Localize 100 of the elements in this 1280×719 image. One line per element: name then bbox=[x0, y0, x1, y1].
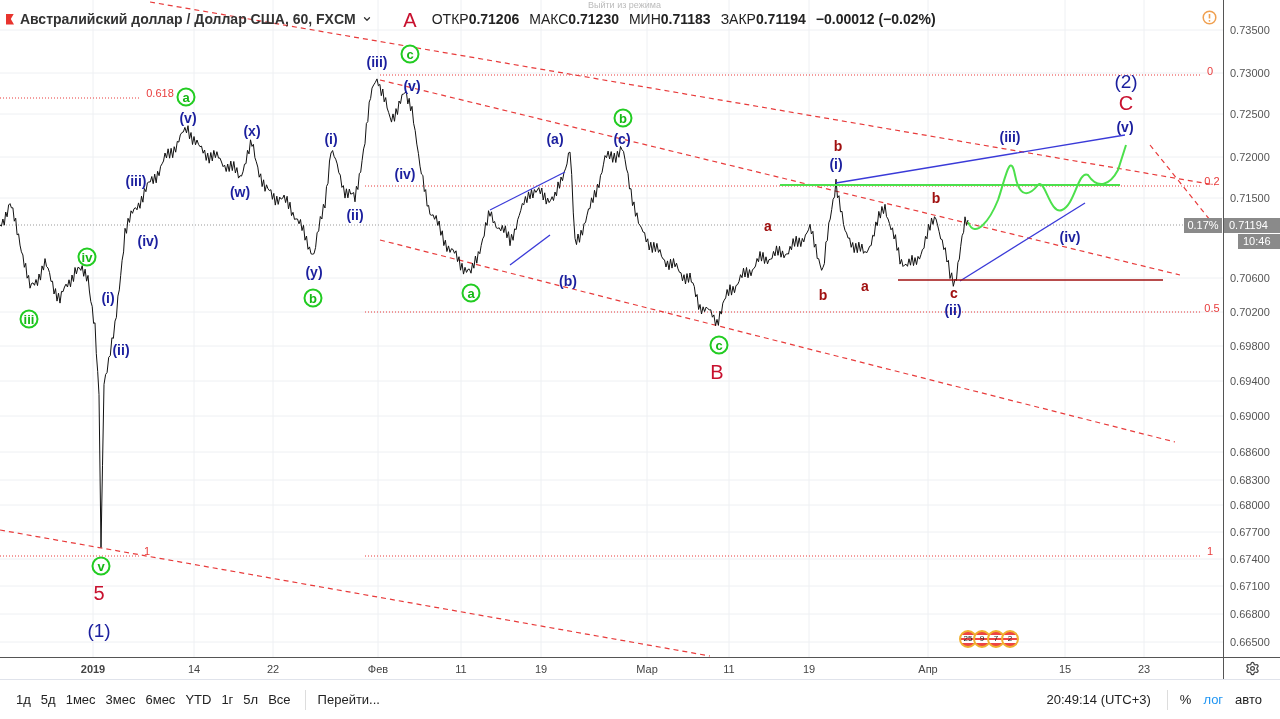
price-tick: 0.66500 bbox=[1230, 634, 1270, 650]
last-price-tag: 0.71194 bbox=[1224, 218, 1280, 233]
event-badge[interactable]: 7 bbox=[987, 630, 1005, 648]
range-button[interactable]: 1д bbox=[12, 687, 35, 712]
wave-label: (iv) bbox=[1059, 227, 1081, 247]
scale-button[interactable]: авто bbox=[1229, 689, 1268, 710]
flag-icon bbox=[6, 13, 14, 25]
wave-label: iv bbox=[77, 247, 97, 267]
fib-level-label: 0.2 bbox=[1204, 173, 1220, 189]
time-tick: 22 bbox=[266, 662, 280, 677]
scale-button[interactable]: % bbox=[1173, 689, 1198, 710]
wave-label: (i) bbox=[324, 129, 338, 149]
change-percent-tag: 0.17% bbox=[1184, 218, 1222, 233]
wave-label: 5 bbox=[93, 581, 105, 606]
wave-label: b bbox=[303, 288, 323, 308]
time-tick: Мар bbox=[636, 662, 658, 677]
symbol-title[interactable]: Австралийский доллар / Доллар США, 60, FXCM bbox=[20, 11, 356, 27]
price-tick: 0.66800 bbox=[1230, 606, 1270, 622]
time-tick: 15 bbox=[1058, 662, 1072, 677]
wave-label: (ii) bbox=[112, 340, 130, 360]
wave-label: B bbox=[710, 360, 724, 385]
wave-label: (y) bbox=[305, 262, 323, 282]
event-badge[interactable]: 9 bbox=[973, 630, 991, 648]
event-badge[interactable]: 2 bbox=[1001, 630, 1019, 648]
price-tick: 0.71500 bbox=[1230, 190, 1270, 206]
wave-label: b bbox=[931, 188, 941, 208]
time-tick: 23 bbox=[1137, 662, 1151, 677]
countdown-tag: 10:46 bbox=[1238, 234, 1280, 249]
wave-label: (w) bbox=[229, 182, 251, 202]
time-tick: Фев bbox=[367, 662, 389, 677]
price-tick: 0.68000 bbox=[1230, 497, 1270, 513]
wave-label: (iv) bbox=[394, 164, 416, 184]
fib-level-label: 0.5 bbox=[1204, 300, 1220, 316]
change-value: −0.00012 (−0.02%) bbox=[815, 11, 936, 27]
price-axis[interactable]: 0.73500 0.73000 0.72500 0.72000 0.71500 0.70600 0.70200 0.69800 0.69400 0.69000 0.68600 0.68300 0.68000 0.67700 0.67400 0.67100 0.66800 0.66500 0.71194 10:46 bbox=[1223, 0, 1280, 657]
ohlc-value: МАКС0.71230 bbox=[529, 11, 619, 27]
price-tick: 0.68300 bbox=[1230, 472, 1270, 488]
ohlc-value: ОТКР0.71206 bbox=[431, 11, 520, 27]
clock-label: 20:49:14 (UTC+3) bbox=[1046, 690, 1151, 709]
wave-label: b bbox=[818, 285, 828, 305]
wave-label: (iv) bbox=[137, 231, 159, 251]
price-tick: 0.73500 bbox=[1230, 22, 1270, 38]
time-tick: 11 bbox=[455, 662, 467, 677]
range-button[interactable]: 5л bbox=[239, 687, 263, 712]
wave-label: (iii) bbox=[999, 127, 1021, 147]
ohlc-value: ЗАКР0.71194 bbox=[720, 11, 806, 27]
range-button[interactable]: 5д bbox=[36, 687, 60, 712]
chevron-icon[interactable] bbox=[361, 14, 372, 24]
wave-label: iii bbox=[19, 309, 39, 329]
wave-label: (ii) bbox=[346, 205, 364, 225]
wave-label: (v) bbox=[179, 108, 197, 128]
price-tick: 0.67700 bbox=[1230, 524, 1270, 540]
price-tick: 0.70200 bbox=[1230, 304, 1270, 320]
wave-label: (v) bbox=[1116, 117, 1134, 137]
wave-label: c bbox=[709, 335, 729, 355]
wave-label: (1) bbox=[87, 618, 111, 643]
range-button[interactable]: 6мес bbox=[141, 687, 180, 712]
time-axis[interactable]: 2019 14 22 Фев 11 19 Мар 11 19 Апр 15 23 bbox=[0, 658, 1223, 679]
wave-label: a bbox=[176, 87, 196, 107]
wave-label: C bbox=[1118, 92, 1134, 116]
price-tick: 0.70600 bbox=[1230, 270, 1270, 286]
ohlc-value: МИН0.71183 bbox=[628, 11, 711, 27]
wave-label: (a) bbox=[546, 129, 564, 149]
settings-icon[interactable] bbox=[1244, 661, 1260, 676]
price-tick: 0.69800 bbox=[1230, 338, 1270, 354]
time-tick: 2019 bbox=[80, 662, 106, 677]
wave-label: a bbox=[861, 276, 869, 296]
range-button[interactable]: YTD bbox=[181, 687, 216, 712]
price-tick: 0.69400 bbox=[1230, 373, 1270, 389]
wave-label: (iii) bbox=[366, 52, 388, 72]
wave-label: (i) bbox=[101, 288, 115, 308]
time-tick: Апр bbox=[918, 662, 938, 677]
price-tick: 0.69000 bbox=[1230, 408, 1270, 424]
wave-label: a bbox=[764, 216, 772, 236]
wave-label: (x) bbox=[243, 121, 261, 141]
price-tick: 0.72500 bbox=[1230, 106, 1270, 122]
range-button[interactable]: 3мес bbox=[101, 687, 140, 712]
price-tick: 0.68600 bbox=[1230, 444, 1270, 460]
wave-label: c bbox=[950, 283, 958, 303]
price-tick: 0.67400 bbox=[1230, 551, 1270, 567]
time-tick: 14 bbox=[187, 662, 201, 677]
goto-button[interactable]: Перейти... bbox=[313, 689, 384, 710]
range-button[interactable]: 1мес bbox=[61, 687, 100, 712]
range-button[interactable]: 1г bbox=[217, 687, 238, 712]
wave-label: (iii) bbox=[125, 171, 147, 191]
fib-level-label: 0.618 bbox=[146, 85, 174, 101]
fib-level-label: 1 bbox=[143, 543, 151, 559]
fib-level-label: 0 bbox=[1206, 63, 1214, 79]
wave-label: v bbox=[91, 556, 111, 576]
wave-label: (b) bbox=[559, 271, 577, 291]
wave-label: (i) bbox=[829, 154, 843, 174]
wave-label: A bbox=[403, 8, 417, 33]
wave-label: c bbox=[400, 44, 420, 64]
range-button[interactable]: Все bbox=[264, 687, 295, 712]
wave-label: (ii) bbox=[944, 300, 962, 320]
time-tick: 19 bbox=[802, 662, 816, 677]
wave-label: b bbox=[833, 136, 843, 156]
price-tick: 0.73000 bbox=[1230, 65, 1270, 81]
wave-label: b bbox=[613, 108, 633, 128]
fib-level-label: 1 bbox=[1206, 543, 1214, 559]
